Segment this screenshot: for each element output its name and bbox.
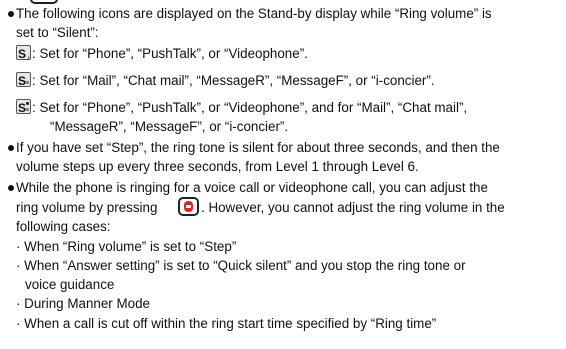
bullet (8, 145, 14, 151)
text-line: ring volume by pressing (16, 200, 158, 215)
silent-phone-icon: S ♪ (16, 45, 31, 62)
icon-description: : Set for “Phone”, “PushTalk”, or “Video… (32, 46, 308, 61)
bullet (8, 11, 14, 17)
icon-description: : Set for “Phone”, “PushTalk”, or “Video… (32, 100, 468, 115)
text-line: set to “Silent”: (16, 25, 99, 40)
text-line: “MessageR”, “MessageF”, or “i-concier”. (50, 119, 289, 134)
side-key-button-icon (178, 197, 199, 216)
text-line: . However, you cannot adjust the ring vo… (201, 200, 505, 215)
text-line: following cases: (16, 219, 111, 234)
text-line: If you have set “Step”, the ring tone is… (16, 140, 500, 155)
text-line: While the phone is ringing for a voice c… (16, 180, 488, 195)
silent-mail-icon: S (16, 72, 31, 88)
text-line: · When “Answer setting” is set to “Quick… (16, 258, 466, 273)
text-line: voice guidance (25, 277, 115, 292)
icon-row-phone-mail: S : Set for “Phone”, “PushTalk”, or “Vid… (16, 98, 467, 117)
text-line: · When “Ring volume” is set to “Step” (16, 239, 237, 254)
text-line: volume steps up every three seconds, fro… (16, 159, 419, 174)
manual-page: The following icons are displayed on the… (0, 0, 566, 349)
icon-row-phone: S ♪ : Set for “Phone”, “PushTalk”, or “Vi… (16, 44, 308, 63)
bullet (8, 185, 14, 191)
text-line: · During Manner Mode (16, 296, 150, 311)
icon-row-mail: S : Set for “Mail”, “Chat mail”, “Messag… (16, 71, 435, 90)
text-line: · When a call is cut off within the ring… (16, 316, 437, 331)
silent-phone-mail-icon: S (16, 99, 31, 115)
icon-description: : Set for “Mail”, “Chat mail”, “MessageR… (32, 73, 435, 88)
text-line: The following icons are displayed on the… (16, 6, 492, 21)
